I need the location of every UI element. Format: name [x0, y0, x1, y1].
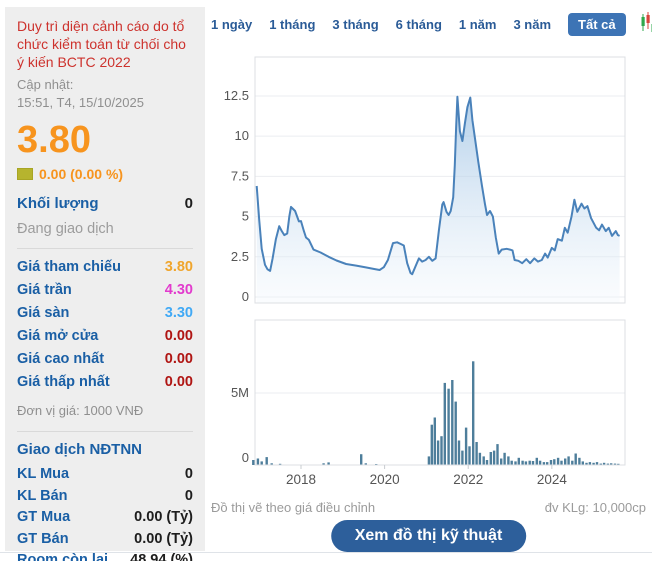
reference-row: Giá cao nhất 0.00 — [17, 347, 193, 370]
stock-widget: Duy trì diện cảnh cáo do tổ chức kiểm to… — [0, 0, 652, 561]
bottom-divider — [0, 552, 652, 553]
reference-row-label: Giá thấp nhất — [17, 374, 110, 390]
divider — [17, 248, 193, 249]
foreign-row: KL Bán 0 — [17, 485, 193, 507]
price-change-value: 0.00 (0.00 %) — [39, 166, 123, 182]
svg-text:2.5: 2.5 — [231, 249, 249, 264]
foreign-row-label: GT Mua — [17, 509, 70, 525]
foreign-row-value: 0.00 (Tỷ) — [134, 509, 193, 525]
svg-text:0: 0 — [242, 289, 249, 304]
time-range-buttons: 1 ngày 1 tháng 3 tháng 6 tháng 1 năm 3 năm — [211, 17, 551, 32]
reference-row-value: 3.30 — [165, 305, 193, 321]
foreign-row: GT Bán 0.00 (Tỷ) — [17, 528, 193, 550]
reference-price-table: Giá tham chiếu 3.80 Giá trần 4.30 Giá sàn 3.3… — [17, 255, 193, 393]
range-button[interactable]: 3 tháng — [332, 17, 378, 32]
svg-text:2020: 2020 — [370, 472, 400, 487]
svg-text:2024: 2024 — [537, 472, 568, 487]
reference-row-value: 4.30 — [165, 282, 193, 298]
foreign-row-value: 0 — [185, 466, 193, 482]
volume-row: Khối lượng 0 — [17, 195, 193, 212]
foreign-row-value: 0 — [185, 488, 193, 504]
reference-row: Giá tham chiếu 3.80 — [17, 255, 193, 278]
chart-panel: 12.5 10 7.5 5 2.5 0 5M 0 2018 2020 2022 2024 1 ngày… — [205, 0, 652, 561]
reference-row-value: 3.80 — [165, 259, 193, 275]
alert-title[interactable]: Duy trì diện cảnh cáo do tổ chức kiểm to… — [17, 17, 193, 72]
foreign-row: KL Mua 0 — [17, 463, 193, 485]
sidebar: Duy trì diện cảnh cáo do tổ chức kiểm to… — [5, 7, 205, 551]
reference-row: Giá mở cửa 0.00 — [17, 324, 193, 347]
range-button[interactable]: 6 tháng — [396, 17, 442, 32]
session-status: Đang giao dịch — [17, 221, 193, 237]
time-range-row: 1 ngày 1 tháng 3 tháng 6 tháng 1 năm 3 năm Tấ… — [211, 9, 652, 39]
foreign-row-label: Room còn lại — [17, 552, 108, 561]
reference-row-value: 0.00 — [165, 328, 193, 344]
volume-label: Khối lượng — [17, 195, 99, 212]
range-button[interactable]: 1 ngày — [211, 17, 252, 32]
foreign-row-value: 0.00 (Tỷ) — [134, 531, 193, 547]
reference-row-label: Giá trần — [17, 282, 72, 298]
reference-row-label: Giá sàn — [17, 305, 69, 321]
reference-row: Giá trần 4.30 — [17, 278, 193, 301]
svg-text:7.5: 7.5 — [231, 168, 249, 183]
price-change: 0.00 (0.00 %) — [17, 166, 193, 182]
reference-row-label: Giá cao nhất — [17, 351, 104, 367]
foreign-row-value: 48.94 (%) — [130, 552, 193, 561]
reference-row: Giá thấp nhất 0.00 — [17, 370, 193, 393]
candlestick-chart-icon[interactable] — [641, 11, 652, 39]
foreign-row: GT Mua 0.00 (Tỷ) — [17, 506, 193, 528]
reference-row-value: 0.00 — [165, 351, 193, 367]
range-button[interactable]: 1 tháng — [269, 17, 315, 32]
svg-text:2022: 2022 — [453, 472, 483, 487]
divider — [17, 431, 193, 432]
svg-text:12.5: 12.5 — [224, 88, 249, 103]
foreign-row-label: GT Bán — [17, 531, 69, 547]
volume-unit-note: đv KLg: 10,000cp — [545, 500, 646, 515]
range-button[interactable]: 3 năm — [513, 17, 551, 32]
update-time: 15:51, T4, 15/10/2025 — [17, 95, 144, 110]
adjusted-price-note: Đồ thị vẽ theo giá điều chỉnh — [211, 500, 375, 515]
reference-row-label: Giá tham chiếu — [17, 259, 121, 275]
foreign-row-label: KL Bán — [17, 488, 68, 504]
foreign-trade-header: Giao dịch NĐTNN — [17, 441, 193, 458]
range-button[interactable]: 1 năm — [459, 17, 497, 32]
price-volume-charts: 12.5 10 7.5 5 2.5 0 5M 0 2018 2020 2022 2024 — [205, 0, 652, 561]
svg-text:2018: 2018 — [286, 472, 316, 487]
range-button-all[interactable]: Tất cả — [568, 13, 626, 36]
foreign-row-label: KL Mua — [17, 466, 69, 482]
reference-row-value: 0.00 — [165, 374, 193, 390]
technical-chart-button[interactable]: Xem đồ thị kỹ thuật — [331, 520, 527, 552]
update-info: Cập nhật: 15:51, T4, 15/10/2025 — [17, 76, 193, 114]
update-label: Cập nhật: — [17, 77, 73, 92]
svg-text:5M: 5M — [231, 385, 249, 400]
svg-text:5: 5 — [242, 209, 249, 224]
reference-row: Giá sàn 3.30 — [17, 301, 193, 324]
price-unit-note: Đơn vị giá: 1000 VNĐ — [17, 403, 193, 418]
reference-row-label: Giá mở cửa — [17, 328, 98, 344]
unchanged-square-icon — [17, 168, 33, 180]
svg-text:0: 0 — [242, 450, 249, 465]
chart-footnotes: Đồ thị vẽ theo giá điều chỉnh đv KLg: 10… — [211, 500, 646, 515]
foreign-trade-table: KL Mua 0 KL Bán 0 GT Mua 0.00 (Tỷ) GT Bán 0.00 … — [17, 463, 193, 561]
volume-value: 0 — [185, 195, 193, 212]
svg-text:10: 10 — [235, 128, 249, 143]
last-price: 3.80 — [17, 121, 193, 161]
